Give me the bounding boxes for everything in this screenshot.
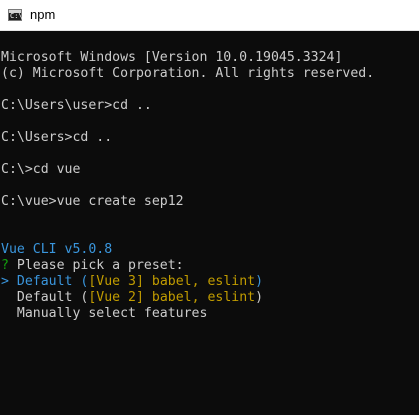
option-label: Default ( xyxy=(16,290,89,305)
option-label: Default ( xyxy=(16,274,89,289)
option-detail: [Vue 3] babel, eslint xyxy=(88,274,256,289)
command-line: C:\Users\user>cd .. xyxy=(1,98,152,113)
option-label: Manually select features xyxy=(16,306,208,321)
option-indent xyxy=(1,290,17,305)
prompt-text: Please pick a preset: xyxy=(8,258,184,273)
command-line: C:\Users>cd .. xyxy=(1,130,113,145)
option-indent xyxy=(1,306,17,321)
preset-option-manual[interactable]: Manually select features xyxy=(1,306,419,322)
command-line: C:\vue>vue create sep12 xyxy=(1,194,184,209)
os-version-line: Microsoft Windows [Version 10.0.19045.33… xyxy=(1,50,343,65)
option-close: ) xyxy=(255,290,264,305)
cli-version: Vue CLI v5.0.8 xyxy=(1,242,113,257)
option-detail: [Vue 2] babel, eslint xyxy=(88,290,256,305)
preset-prompt: ? Please pick a preset: xyxy=(1,258,419,274)
option-close: ) xyxy=(255,274,264,289)
console-output[interactable]: Microsoft Windows [Version 10.0.19045.33… xyxy=(0,31,419,415)
preset-option-vue3[interactable]: > Default ([Vue 3] babel, eslint) xyxy=(1,274,419,290)
terminal-icon: C:\ xyxy=(8,9,23,21)
title-bar[interactable]: C:\ npm xyxy=(0,0,419,31)
preset-option-vue2[interactable]: Default ([Vue 2] babel, eslint) xyxy=(1,290,419,306)
selection-pointer-icon: > xyxy=(1,274,17,289)
window-title: npm xyxy=(30,7,56,22)
question-mark-icon: ? xyxy=(1,258,9,273)
terminal-window: C:\ npm Microsoft Windows [Version 10.0.… xyxy=(0,0,419,415)
copyright-line: (c) Microsoft Corporation. All rights re… xyxy=(1,66,375,81)
command-line: C:\>cd vue xyxy=(1,162,81,177)
